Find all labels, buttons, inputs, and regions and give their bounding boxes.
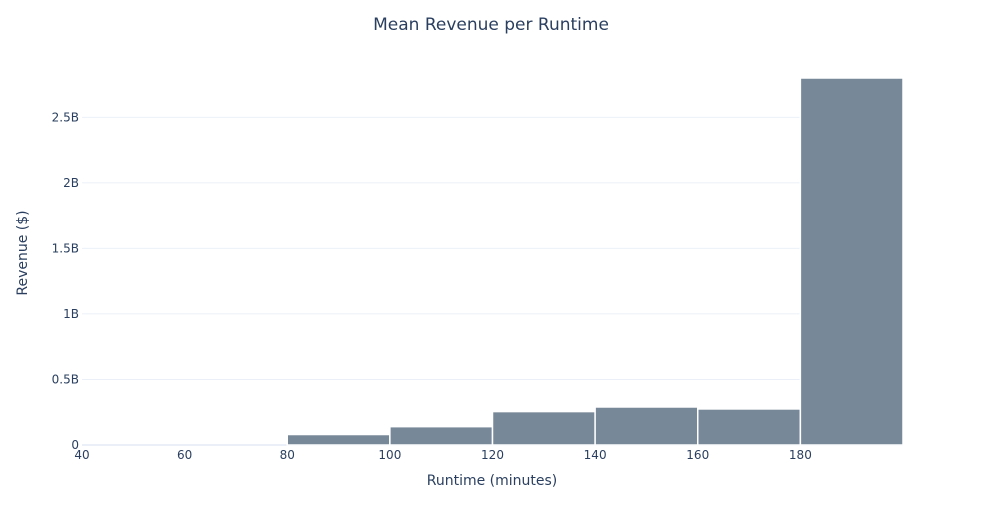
y-tick-label: 2B (63, 176, 79, 190)
bar-120-140[interactable] (491, 410, 596, 446)
y-tick-label: 2.5B (52, 110, 79, 124)
chart: 00.5B1B1.5B2B2.5B 40 60 80 100 120 140 160 180 … (0, 0, 983, 525)
bar-160-180[interactable] (697, 408, 802, 446)
x-tick-label: 160 (686, 448, 709, 462)
x-tick-label: 60 (177, 448, 192, 462)
bar-180-200[interactable] (799, 77, 904, 446)
x-tick-label: 40 (74, 448, 89, 462)
y-tick-label: 1.5B (52, 241, 79, 255)
bar-80-100[interactable] (286, 433, 391, 446)
chart-title: Mean Revenue per Runtime (373, 15, 609, 35)
y-axis-title: Revenue ($) (15, 210, 31, 295)
x-tick-label: 180 (789, 448, 812, 462)
x-axis-title: Runtime (minutes) (427, 473, 558, 489)
x-tick-label: 100 (378, 448, 401, 462)
x-tick-label: 80 (280, 448, 295, 462)
y-tick-label: 0.5B (52, 372, 79, 386)
y-tick-label: 1B (63, 307, 79, 321)
x-tick-label: 140 (584, 448, 607, 462)
bar-100-120[interactable] (389, 425, 494, 446)
x-tick-label: 120 (481, 448, 504, 462)
bar-140-160[interactable] (594, 406, 699, 446)
